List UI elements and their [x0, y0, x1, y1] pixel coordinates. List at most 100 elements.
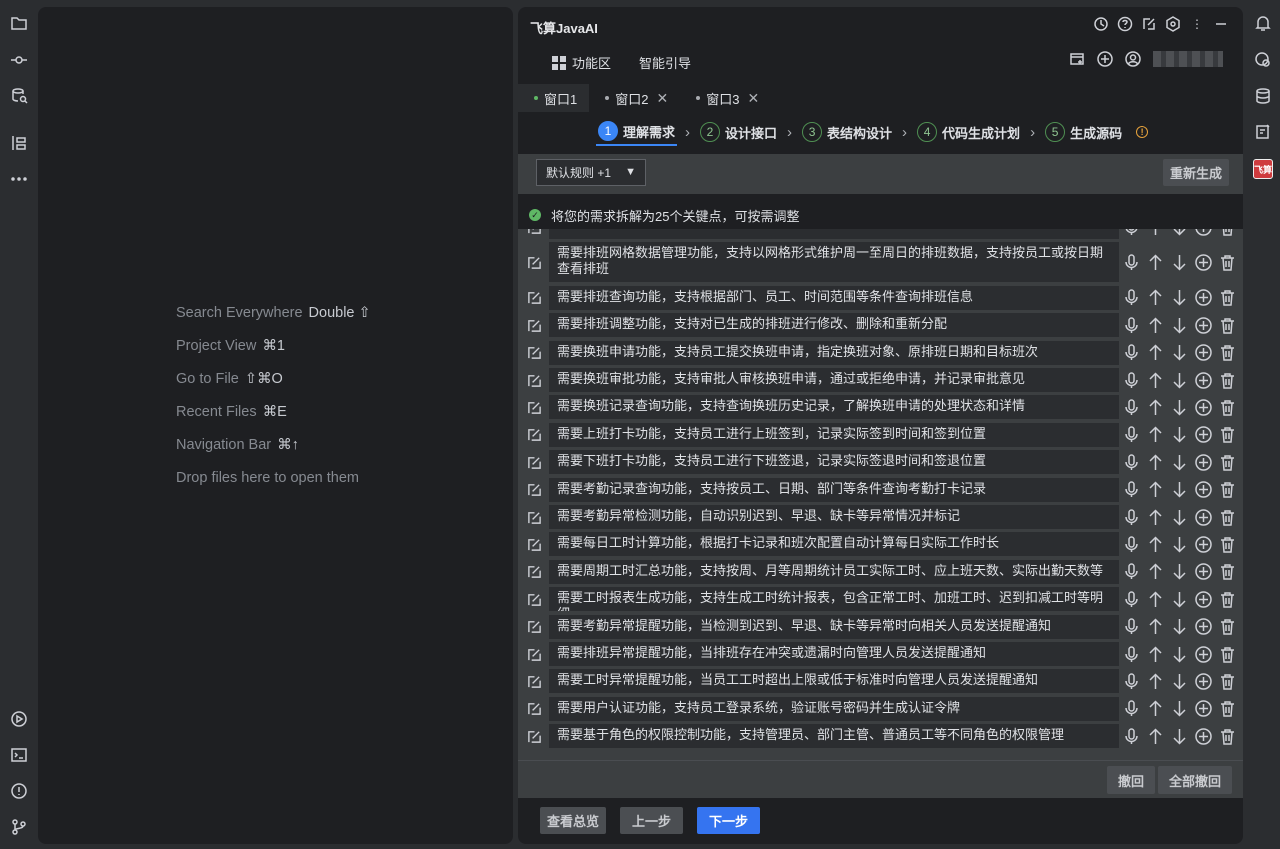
database-icon[interactable] [1253, 86, 1273, 106]
requirement-text[interactable]: 需要每日工时计算功能，根据打卡记录和班次配置自动计算每日实际工作时长 [549, 532, 1119, 557]
delete-icon[interactable] [1218, 535, 1237, 559]
move-down-icon[interactable] [1170, 672, 1189, 696]
move-up-icon[interactable] [1146, 425, 1165, 449]
structure-icon[interactable] [8, 132, 29, 153]
delete-icon[interactable] [1218, 562, 1237, 586]
undo-all-button[interactable]: 全部撤回 [1157, 766, 1232, 794]
move-down-icon[interactable] [1170, 480, 1189, 504]
edit-icon[interactable] [527, 729, 543, 745]
undo-button[interactable]: 撤回 [1106, 766, 1155, 794]
move-down-icon[interactable] [1170, 316, 1189, 340]
move-down-icon[interactable] [1170, 699, 1189, 723]
delete-icon[interactable] [1218, 253, 1237, 277]
ai-chat-icon[interactable] [1253, 50, 1273, 70]
more-vertical-icon[interactable]: ⋮ [1189, 16, 1205, 32]
edit-icon[interactable] [527, 427, 543, 443]
mic-icon[interactable] [1122, 316, 1141, 340]
editor-empty-area[interactable]: Search Everywhere Double ⇧ Project View ⌘1… [38, 7, 513, 844]
edit-icon[interactable] [1141, 16, 1157, 32]
move-down-icon[interactable] [1170, 562, 1189, 586]
move-up-icon[interactable] [1146, 535, 1165, 559]
mic-icon[interactable] [1122, 699, 1141, 723]
ai-assistant-icon[interactable] [1253, 122, 1273, 142]
requirement-text[interactable]: 需要工时异常提醒功能，当员工工时超出上限或低于标准时向管理人员发送提醒通知 [549, 669, 1119, 694]
edit-icon[interactable] [527, 674, 543, 690]
add-item-icon[interactable] [1194, 617, 1213, 641]
help-icon[interactable] [1117, 16, 1133, 32]
move-down-icon[interactable] [1170, 535, 1189, 559]
delete-icon[interactable] [1218, 699, 1237, 723]
add-item-icon[interactable] [1194, 672, 1213, 696]
requirement-text[interactable]: 需要基于角色的权限控制功能，支持管理员、部门主管、普通员工等不同角色的权限管理 [549, 724, 1119, 749]
delete-icon[interactable] [1218, 508, 1237, 532]
move-down-icon[interactable] [1170, 617, 1189, 641]
move-up-icon[interactable] [1146, 727, 1165, 751]
edit-icon[interactable] [527, 592, 543, 608]
delete-icon[interactable] [1218, 316, 1237, 340]
move-up-icon[interactable] [1146, 617, 1165, 641]
edit-icon[interactable] [527, 455, 543, 471]
new-window-icon[interactable] [1069, 51, 1085, 67]
mic-icon[interactable] [1122, 288, 1141, 312]
menu-guide[interactable]: 智能引导 [639, 53, 691, 72]
move-down-icon[interactable] [1170, 343, 1189, 367]
delete-icon[interactable] [1218, 672, 1237, 696]
overview-button[interactable]: 查看总览 [540, 807, 607, 834]
folder-icon[interactable] [8, 12, 29, 33]
close-icon[interactable]: ✕ [747, 90, 759, 107]
close-icon[interactable]: ✕ [656, 90, 668, 107]
delete-icon[interactable] [1218, 425, 1237, 449]
edit-icon[interactable] [527, 318, 543, 334]
commit-icon[interactable] [8, 49, 29, 70]
requirement-text[interactable]: 需要用户认证功能，支持员工登录系统，验证账号密码并生成认证令牌 [549, 696, 1119, 721]
edit-icon[interactable] [527, 400, 543, 416]
requirement-text[interactable]: 需要上班打卡功能，支持员工进行上班签到，记录实际签到时间和签到位置 [549, 422, 1119, 447]
previous-step-button[interactable]: 上一步 [620, 807, 684, 834]
requirement-text[interactable]: 需要排班网格数据管理功能，支持以网格形式维护周一至周日的排班数据，支持按员工或按… [549, 242, 1119, 283]
move-down-icon[interactable] [1170, 229, 1189, 242]
mic-icon[interactable] [1122, 535, 1141, 559]
delete-icon[interactable] [1218, 288, 1237, 312]
requirement-text[interactable]: 需要换班记录查询功能，支持查询换班历史记录，了解换班申请的处理状态和详情 [549, 395, 1119, 420]
add-item-icon[interactable] [1194, 425, 1213, 449]
delete-icon[interactable] [1218, 480, 1237, 504]
move-down-icon[interactable] [1170, 453, 1189, 477]
tab-window-3[interactable]: 窗口3 ✕ [680, 84, 771, 112]
move-down-icon[interactable] [1170, 425, 1189, 449]
step-code-plan[interactable]: 4 代码生成计划 [915, 118, 1022, 146]
run-icon[interactable] [8, 708, 29, 729]
step-design-api[interactable]: 2 设计接口 [698, 118, 779, 146]
user-icon[interactable] [1125, 51, 1141, 67]
step-generate-source[interactable]: 5 生成源码 [1043, 118, 1124, 146]
requirement-text[interactable]: 需要下班打卡功能，支持员工进行下班签退，记录实际签退时间和签退位置 [549, 450, 1119, 475]
move-up-icon[interactable] [1146, 672, 1165, 696]
edit-icon[interactable] [527, 537, 543, 553]
notifications-icon[interactable] [1253, 13, 1273, 33]
delete-icon[interactable] [1218, 617, 1237, 641]
move-up-icon[interactable] [1146, 562, 1165, 586]
add-item-icon[interactable] [1194, 480, 1213, 504]
move-up-icon[interactable] [1146, 253, 1165, 277]
move-up-icon[interactable] [1146, 343, 1165, 367]
move-up-icon[interactable] [1146, 398, 1165, 422]
delete-icon[interactable] [1218, 371, 1237, 395]
more-icon[interactable] [8, 168, 29, 189]
terminal-icon[interactable] [8, 744, 29, 765]
move-down-icon[interactable] [1170, 253, 1189, 277]
rule-select[interactable]: 默认规则 +1 ▼ [536, 159, 646, 186]
problems-icon[interactable] [8, 780, 29, 801]
move-up-icon[interactable] [1146, 480, 1165, 504]
move-down-icon[interactable] [1170, 398, 1189, 422]
step-table-design[interactable]: 3 表结构设计 [800, 118, 894, 146]
move-up-icon[interactable] [1146, 229, 1165, 242]
add-item-icon[interactable] [1194, 590, 1213, 614]
move-down-icon[interactable] [1170, 590, 1189, 614]
minimize-icon[interactable] [1213, 16, 1229, 32]
edit-icon[interactable] [527, 255, 543, 271]
move-up-icon[interactable] [1146, 371, 1165, 395]
step-understand[interactable]: 1 理解需求 [596, 118, 678, 146]
edit-icon[interactable] [527, 564, 543, 580]
mic-icon[interactable] [1122, 453, 1141, 477]
mic-icon[interactable] [1122, 229, 1141, 242]
edit-icon[interactable] [527, 373, 543, 389]
